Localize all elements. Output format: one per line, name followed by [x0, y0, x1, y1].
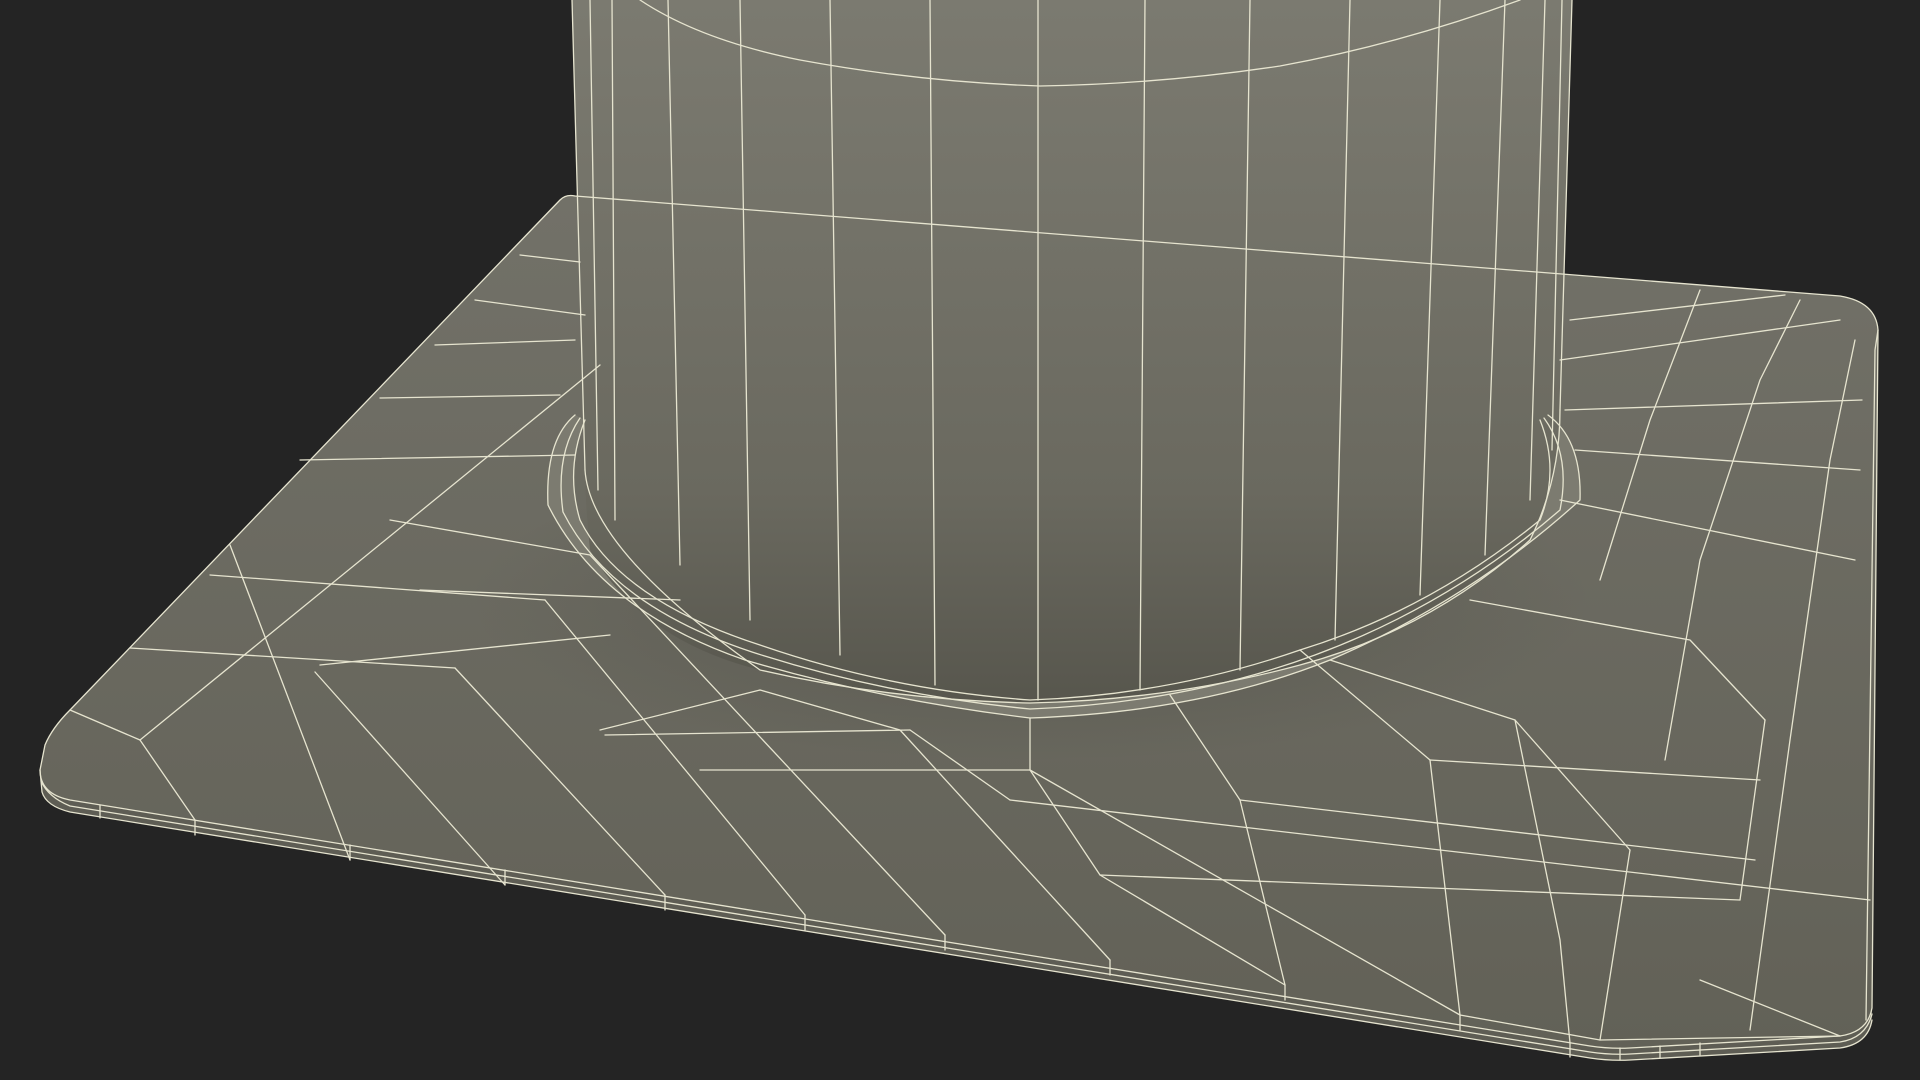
cylinder-body	[572, 0, 1572, 703]
render-viewport	[0, 0, 1920, 1080]
wireframe-render	[39, 0, 1879, 1061]
